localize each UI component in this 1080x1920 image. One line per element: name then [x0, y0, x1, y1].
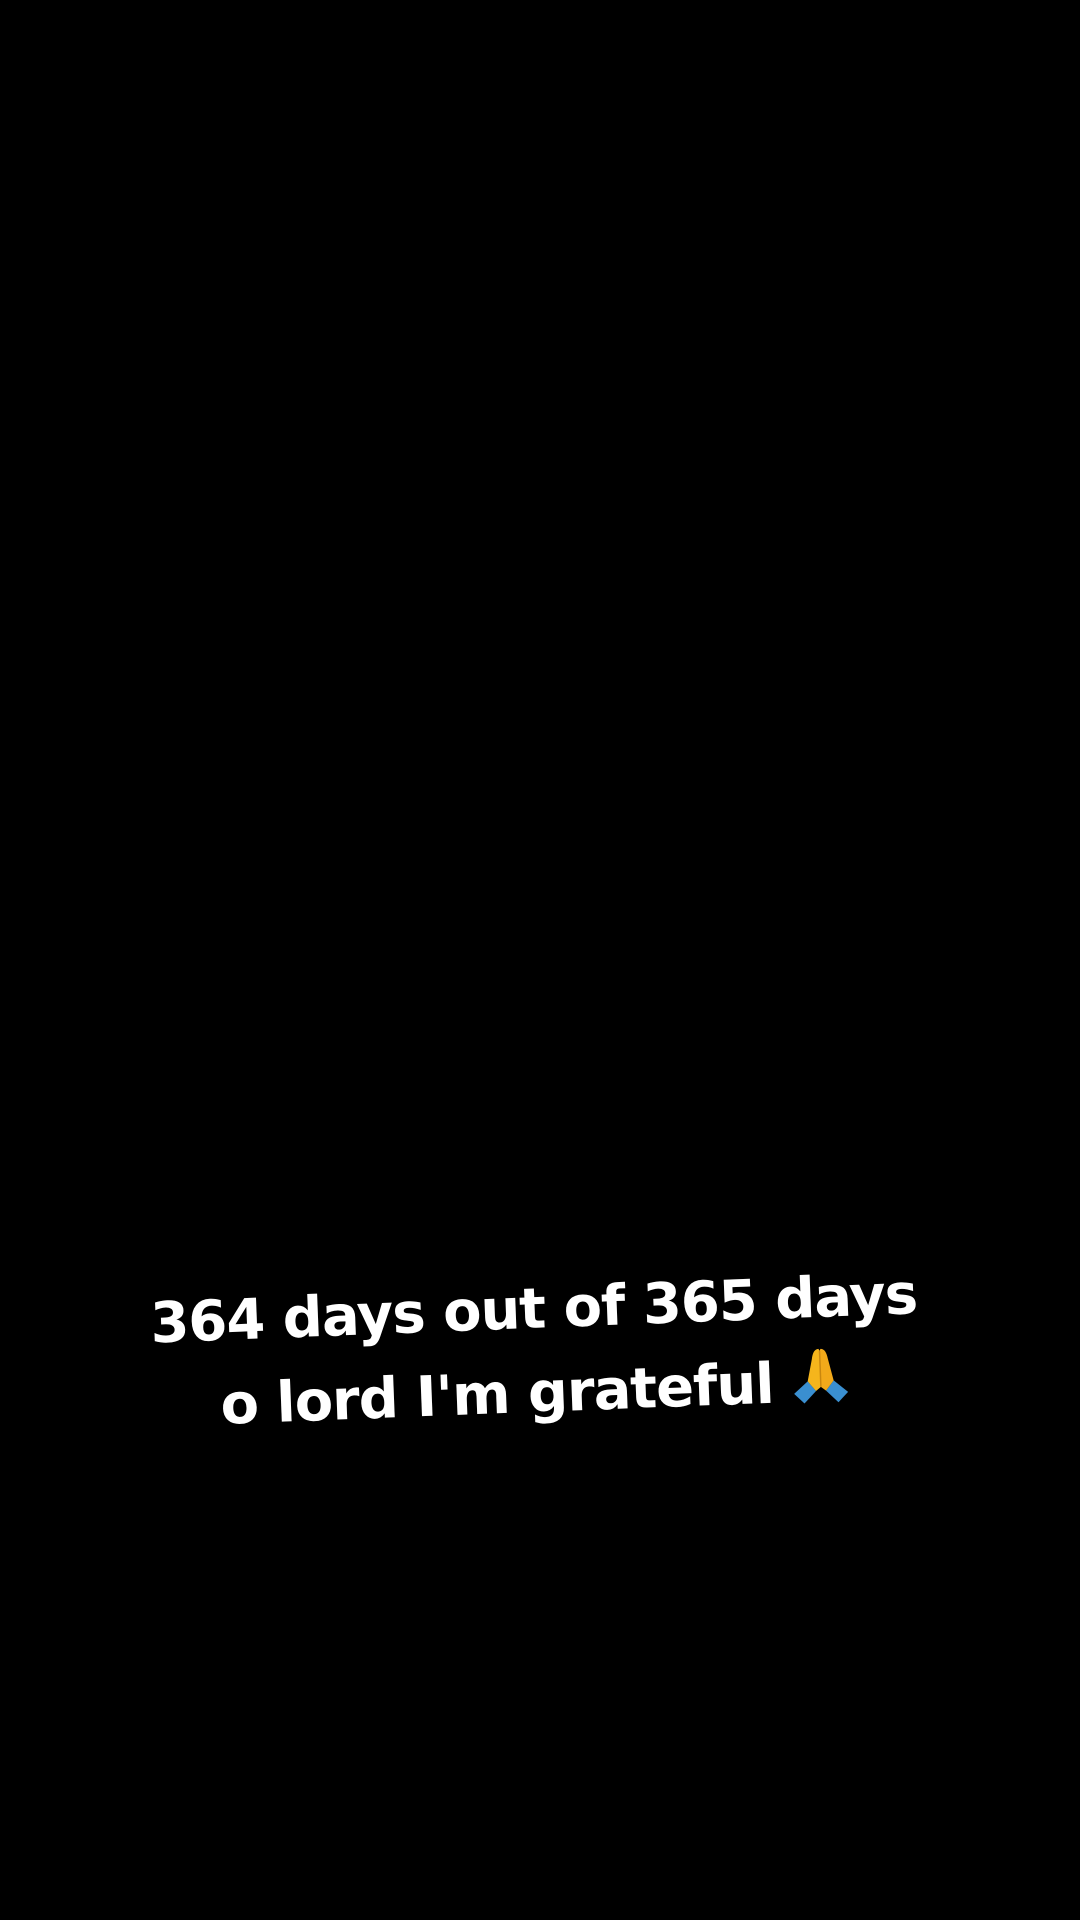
- caption-line-2: o lord I'm grateful: [219, 1351, 775, 1438]
- video-frame: 364 days out of 365 days o lord I'm grat…: [0, 0, 1080, 1920]
- folded-hands-icon: [786, 1342, 854, 1410]
- caption-overlay: 364 days out of 365 days o lord I'm grat…: [0, 1247, 1080, 1456]
